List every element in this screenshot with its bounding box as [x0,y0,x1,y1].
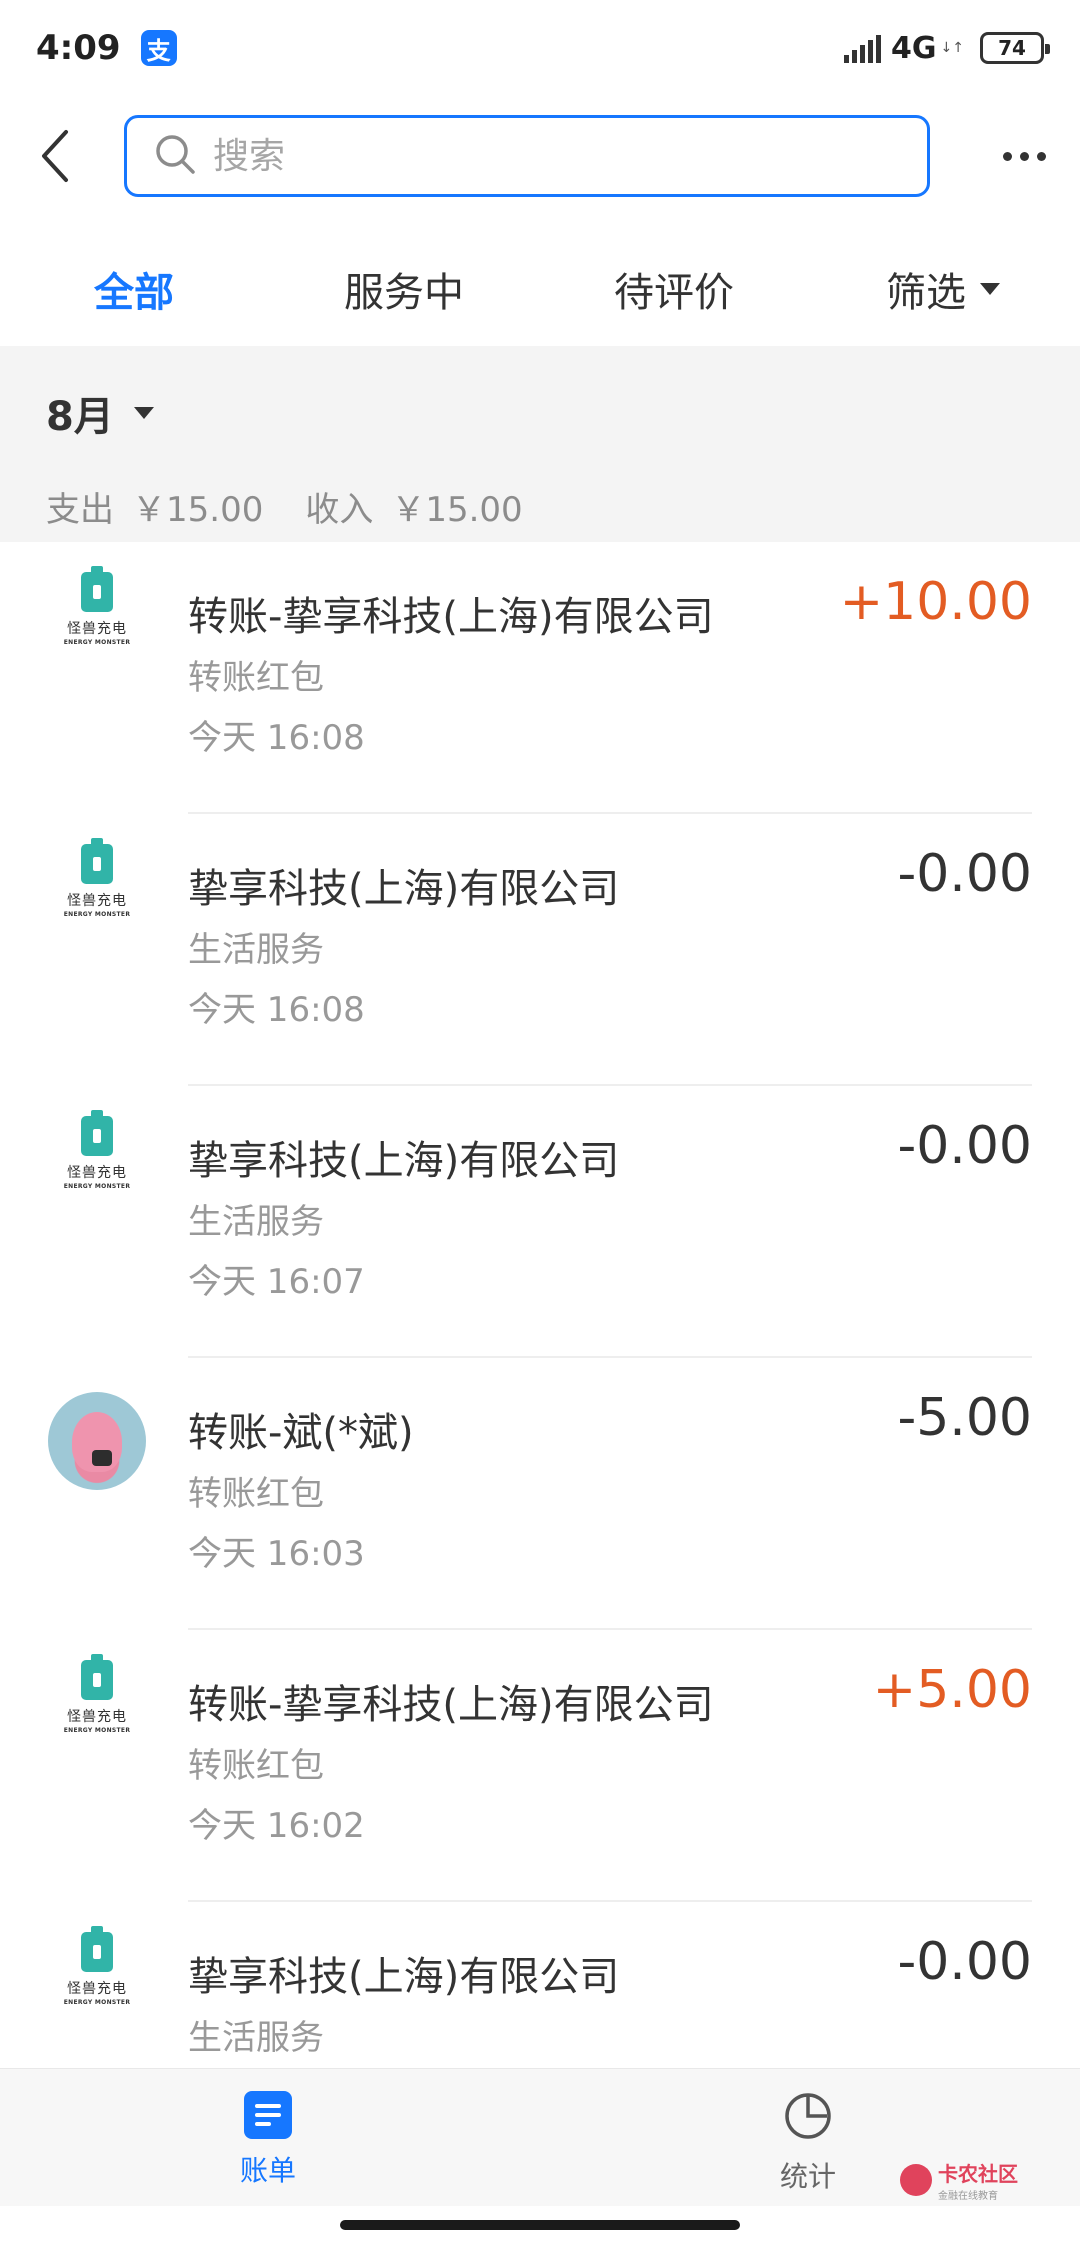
transaction-category: 转账红包 [188,1474,324,1514]
nav-bill-label: 账单 [239,2154,296,2187]
transaction-time: 今天 16:07 [188,1262,365,1302]
transaction-row[interactable]: 怪兽充电 ENERGY MONSTER 挚享科技(上海)有限公司 生活服务 今天… [0,814,1080,1086]
search-icon [153,132,197,180]
expense-value: ￥15.00 [132,490,264,530]
data-activity-icon: ↓↑ [940,40,964,56]
transaction-title: 转账-挚享科技(上海)有限公司 [188,1682,714,1728]
status-bar: 4:09 支 4G ↓↑ 74 [0,0,1080,96]
home-indicator[interactable] [340,2220,740,2230]
energy-monster-logo-icon: 怪兽充电 ENERGY MONSTER [50,1926,144,2022]
filter-tabs: 全部 服务中 待评价 筛选 [0,216,1080,346]
status-indicators: 4G ↓↑ 74 [844,30,1050,66]
watermark-sub-text: 金融在线教育 [938,2191,998,2202]
transaction-row[interactable]: 怪兽充电 ENERGY MONSTER 挚享科技(上海)有限公司 生活服务 今天… [0,1086,1080,1358]
alipay-notification-icon: 支 [140,30,177,66]
transaction-row[interactable]: 怪兽充电 ENERGY MONSTER 转账-挚享科技(上海)有限公司 转账红包… [0,1630,1080,1902]
watermark: 卡农社区 金融在线教育 [900,2158,1018,2202]
tab-in-service[interactable]: 服务中 [344,260,464,318]
transaction-category: 生活服务 [188,1202,324,1242]
transaction-row[interactable]: 转账-斌(*斌) 转账红包 今天 16:03 -5.00 [0,1358,1080,1630]
watermark-logo-icon [900,2164,932,2196]
battery-level: 74 [998,36,1026,60]
transaction-category: 转账红包 [188,658,324,698]
user-avatar [48,1392,146,1490]
battery-icon: 74 [980,32,1050,64]
income-label: 收入 [305,490,374,530]
pie-chart-icon [783,2091,833,2145]
transaction-row[interactable]: 怪兽充电 ENERGY MONSTER 转账-挚享科技(上海)有限公司 转账红包… [0,542,1080,814]
transaction-time: 今天 16:02 [188,1806,365,1846]
search-input[interactable] [213,135,873,177]
status-time: 4:09 [36,28,121,68]
more-options-icon[interactable] [993,142,1056,171]
transaction-title: 转账-斌(*斌) [188,1410,414,1456]
expense-label: 支出 [46,490,114,530]
back-arrow-icon[interactable] [36,116,96,196]
transaction-time: 今天 16:08 [188,990,365,1030]
energy-monster-logo-icon: 怪兽充电 ENERGY MONSTER [50,838,144,934]
month-label: 8月 [46,394,114,440]
tab-filter[interactable]: 筛选 [886,260,1000,318]
transaction-amount: +10.00 [839,572,1032,632]
network-type: 4G [891,30,937,66]
energy-monster-logo-icon: 怪兽充电 ENERGY MONSTER [50,1654,144,1750]
month-selector[interactable]: 8月 [46,384,1034,442]
transaction-amount: -0.00 [897,1932,1032,1992]
transaction-title: 挚享科技(上海)有限公司 [188,1138,620,1184]
transaction-amount: -5.00 [897,1388,1032,1448]
caret-down-icon [980,283,1000,295]
transaction-time: 今天 16:08 [188,718,365,758]
nav-stats[interactable]: 统计 [738,2091,878,2195]
tab-all[interactable]: 全部 [94,260,174,318]
watermark-main-text: 卡农社区 [938,2162,1018,2186]
transaction-title: 挚享科技(上海)有限公司 [188,866,620,912]
tab-pending-review[interactable]: 待评价 [614,260,734,318]
transaction-title: 挚享科技(上海)有限公司 [188,1954,620,2000]
energy-monster-logo-icon: 怪兽充电 ENERGY MONSTER [50,566,144,662]
header [0,96,1080,216]
transaction-time: 今天 16:03 [188,1534,365,1574]
transaction-amount: -0.00 [897,844,1032,904]
energy-monster-logo-icon: 怪兽充电 ENERGY MONSTER [50,1110,144,1206]
filter-label: 筛选 [886,270,966,316]
transaction-amount: -0.00 [897,1116,1032,1176]
transaction-list: 怪兽充电 ENERGY MONSTER 转账-挚享科技(上海)有限公司 转账红包… [0,542,1080,2174]
search-box[interactable] [124,115,930,197]
nav-bill[interactable]: 账单 [198,2091,338,2189]
month-summary: 8月 支出 ￥15.00 收入 ￥15.00 [0,346,1080,542]
nav-stats-label: 统计 [779,2160,836,2193]
transaction-category: 转账红包 [188,1746,324,1786]
transaction-category: 生活服务 [188,2018,324,2058]
transaction-title: 转账-挚享科技(上海)有限公司 [188,594,714,640]
transaction-amount: +5.00 [872,1660,1032,1720]
bill-icon [244,2091,292,2139]
transaction-category: 生活服务 [188,930,324,970]
income-value: ￥15.00 [391,490,523,530]
month-totals: 支出 ￥15.00 收入 ￥15.00 [46,482,1034,531]
signal-strength-icon [844,33,882,63]
month-caret-icon [133,407,154,419]
